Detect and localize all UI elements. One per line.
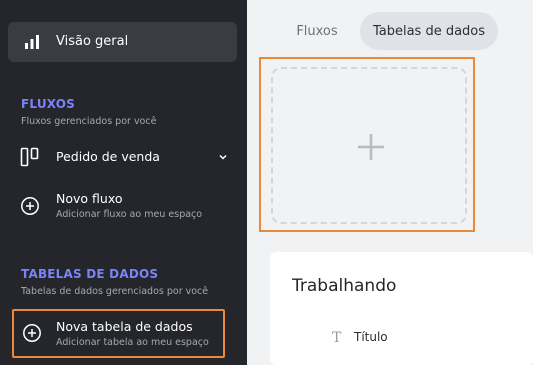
text-type-icon: T [332, 330, 342, 346]
sidebar-item-pedido-de-venda[interactable]: Pedido de venda [12, 140, 237, 174]
new-table-sublabel: Adicionar tabela ao meu espaço [56, 337, 209, 348]
plus-circle-icon [23, 324, 41, 342]
nav-overview-label: Visão geral [56, 34, 129, 49]
add-table-card[interactable] [259, 57, 475, 232]
sidebar-item-label: Pedido de venda [56, 149, 160, 164]
kanban-icon [20, 147, 39, 167]
tab-fluxos[interactable]: Fluxos [282, 12, 352, 50]
tab-tabelas-de-dados[interactable]: Tabelas de dados [360, 12, 498, 50]
add-table-dropzone[interactable] [271, 67, 467, 224]
sidebar-item-novo-fluxo[interactable]: Novo fluxo Adicionar fluxo ao meu espaço [12, 186, 237, 226]
main-content: Fluxos Tabelas de dados Trabalhando T Tí… [247, 0, 533, 365]
sidebar-item-label: Novo fluxo [56, 191, 123, 206]
bar-chart-icon [25, 35, 39, 49]
nav-overview[interactable]: Visão geral [8, 22, 237, 62]
working-table-card[interactable]: Trabalhando T Título [270, 252, 533, 365]
sidebar-item-sublabel: Adicionar fluxo ao meu espaço [56, 209, 203, 220]
tables-section-subtitle: Tabelas de dados gerenciados por você [21, 286, 209, 297]
new-table-label: Nova tabela de dados [56, 319, 193, 334]
flows-section-subtitle: Fluxos gerenciados por você [21, 116, 157, 127]
plus-circle-icon [21, 197, 39, 215]
column-title-label: Título [354, 330, 388, 344]
chevron-down-icon[interactable] [218, 152, 228, 162]
flows-section-title: FLUXOS [21, 97, 76, 111]
tables-section-title: TABELAS DE DADOS [21, 267, 159, 281]
working-table-title: Trabalhando [292, 276, 397, 296]
plus-icon [358, 134, 384, 160]
sidebar: Visão geral FLUXOS Fluxos gerenciados po… [0, 0, 247, 365]
new-table-button[interactable]: Nova tabela de dados Adicionar tabela ao… [12, 309, 225, 358]
